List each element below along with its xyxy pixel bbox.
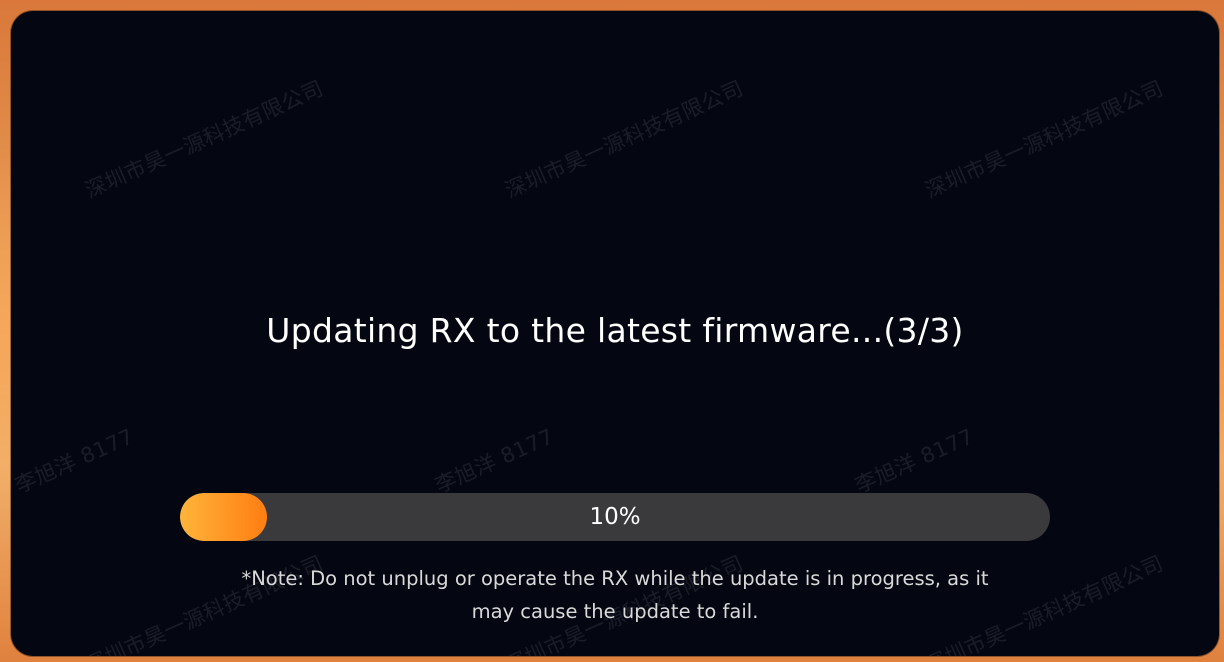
progress-percent-label: 10% — [589, 504, 641, 530]
watermark-user: 李旭洋 8177 — [11, 424, 138, 498]
update-warning-note: *Note: Do not unplug or operate the RX w… — [161, 562, 1069, 628]
firmware-update-dialog: 深圳市昊一源科技有限公司 深圳市昊一源科技有限公司 深圳市昊一源科技有限公司 李… — [11, 11, 1219, 656]
note-line-2: may cause the update to fail. — [471, 600, 759, 623]
update-progress-bar: 10% — [180, 493, 1050, 541]
note-line-1: *Note: Do not unplug or operate the RX w… — [241, 567, 989, 590]
update-title: Updating RX to the latest firmware...(3/… — [266, 311, 964, 350]
watermark-user: 李旭洋 8177 — [851, 424, 978, 498]
watermark-company: 深圳市昊一源科技有限公司 — [81, 76, 327, 203]
watermark-company: 深圳市昊一源科技有限公司 — [921, 76, 1167, 203]
watermark-company: 深圳市昊一源科技有限公司 — [501, 76, 747, 203]
watermark-user: 李旭洋 8177 — [431, 424, 558, 498]
